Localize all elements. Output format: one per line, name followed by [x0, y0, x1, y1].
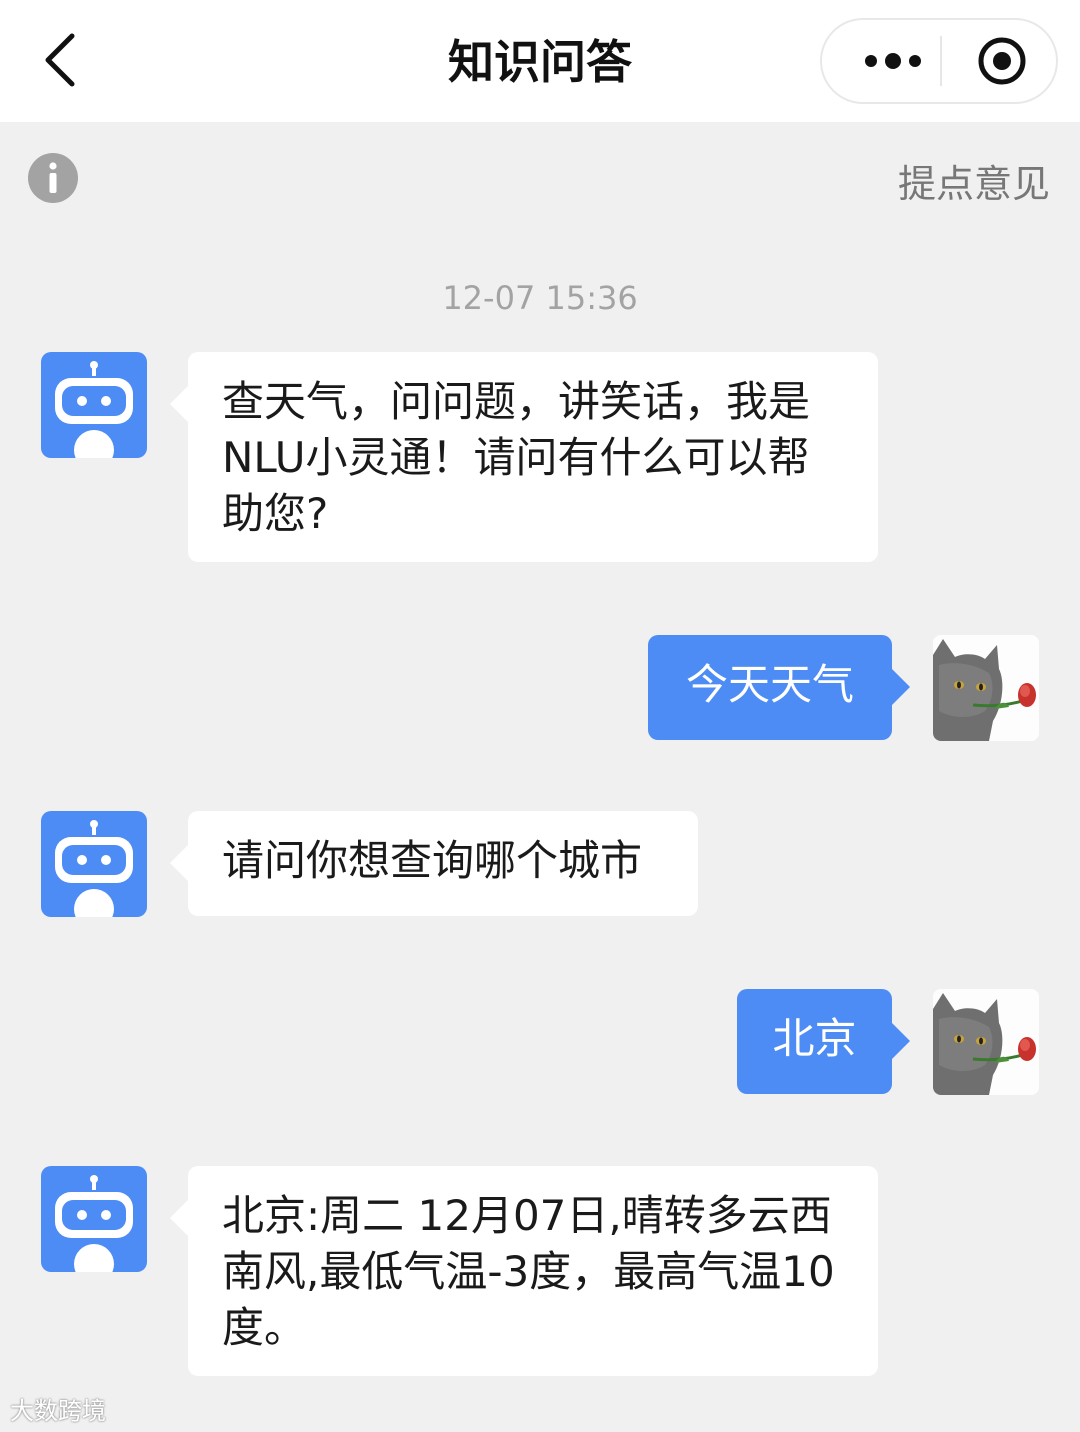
message-text: 今天天气	[685, 660, 854, 709]
more-button[interactable]	[848, 20, 938, 102]
navigation-bar: 知识问答	[0, 0, 1080, 122]
more-dots-icon	[865, 53, 921, 69]
user-message-bubble: 今天天气	[648, 635, 910, 740]
robot-icon	[55, 361, 133, 458]
bot-avatar	[41, 352, 147, 458]
feedback-link[interactable]: 提点意见	[898, 160, 1050, 208]
info-icon[interactable]	[28, 153, 78, 203]
chat-timestamp: 12-07 15:36	[442, 279, 638, 317]
message-text: 请问你想查询哪个城市	[222, 836, 643, 885]
bot-avatar	[41, 1166, 147, 1272]
message-text: 北京	[772, 1014, 857, 1063]
mini-program-capsule	[820, 18, 1058, 104]
user-avatar	[933, 989, 1039, 1095]
message-text: 查天气，问问题，讲笑话，我是NLU小灵通！请问有什么可以帮助您?	[222, 377, 811, 538]
robot-icon	[55, 820, 133, 917]
message-text: 北京:周二 12月07日,晴转多云西南风,最低气温-3度，最高气温10度。	[222, 1191, 835, 1352]
bot-message-bubble: 北京:周二 12月07日,晴转多云西南风,最低气温-3度，最高气温10度。	[170, 1166, 878, 1376]
bot-avatar	[41, 811, 147, 917]
cat-with-rose-avatar	[933, 635, 1039, 741]
robot-icon	[55, 1175, 133, 1272]
capsule-divider	[940, 36, 942, 86]
bot-message-bubble: 请问你想查询哪个城市	[170, 811, 698, 916]
close-button[interactable]	[952, 20, 1052, 102]
bot-message-bubble: 查天气，问问题，讲笑话，我是NLU小灵通！请问有什么可以帮助您?	[170, 352, 878, 562]
target-close-icon	[978, 37, 1026, 85]
cat-with-rose-avatar	[933, 989, 1039, 1095]
user-message-bubble: 北京	[737, 989, 910, 1094]
watermark: 大数跨境	[10, 1397, 106, 1425]
user-avatar	[933, 635, 1039, 741]
